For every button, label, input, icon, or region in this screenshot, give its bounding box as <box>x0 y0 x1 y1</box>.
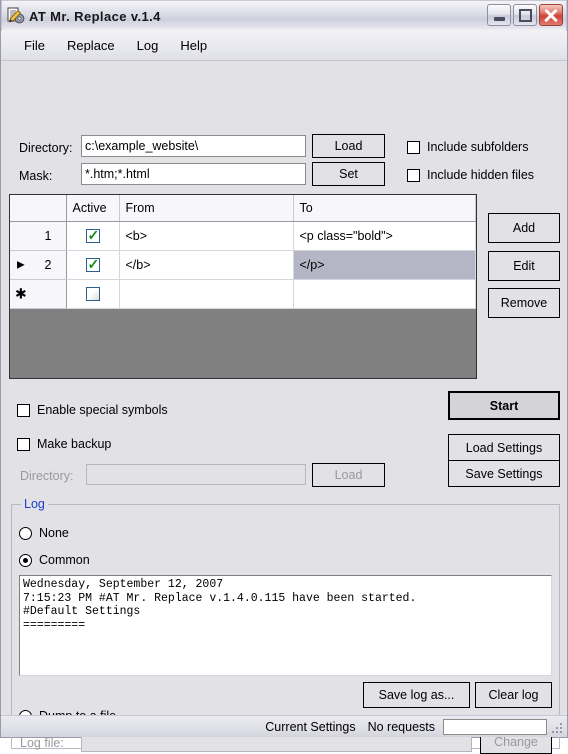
table-header-row: Active From To <box>10 195 476 222</box>
replace-rules-grid[interactable]: Active From To 1 ✓ <b> <p class="bold"> … <box>9 194 477 379</box>
enable-special-symbols-label: Enable special symbols <box>37 403 168 417</box>
menu-file[interactable]: File <box>13 35 56 56</box>
row-active-checkbox[interactable] <box>85 287 100 301</box>
include-hidden-files-checkbox[interactable]: Include hidden files <box>407 168 534 182</box>
mask-label: Mask: <box>19 169 53 183</box>
maximize-icon <box>519 9 532 22</box>
status-current-settings: Current Settings <box>265 719 356 734</box>
mask-input[interactable] <box>81 163 306 185</box>
new-row-asterisk-icon: ✱ <box>15 285 27 302</box>
title-bar: AT Mr. Replace v.1.4 <box>1 0 567 31</box>
from-cell[interactable] <box>119 279 294 309</box>
directory-input[interactable] <box>81 135 306 157</box>
load-settings-button[interactable]: Load Settings <box>448 434 560 461</box>
remove-rule-button[interactable]: Remove <box>488 288 560 318</box>
radio-circle-selected <box>19 553 32 567</box>
check-icon: ✓ <box>87 256 100 272</box>
make-backup-checkbox[interactable]: Make backup <box>17 437 111 451</box>
minimize-icon <box>494 17 505 21</box>
add-rule-button[interactable]: Add <box>488 213 560 243</box>
row-active-checkbox[interactable]: ✓ <box>85 227 100 243</box>
from-cell[interactable]: </b> <box>119 250 294 280</box>
log-mode-common-label: Common <box>39 553 90 567</box>
status-requests: No requests <box>367 719 435 734</box>
menu-help[interactable]: Help <box>169 35 218 56</box>
table-row[interactable]: 1 ✓ <b> <p class="bold"> <box>10 221 476 251</box>
window-title: AT Mr. Replace v.1.4 <box>29 8 161 24</box>
row-number-cell[interactable]: ✱ <box>10 279 67 309</box>
checkbox-box <box>17 437 30 451</box>
menu-bar: File Replace Log Help <box>1 31 567 61</box>
log-mode-none-radio[interactable]: None <box>19 526 69 540</box>
save-log-button[interactable]: Save log as... <box>363 682 470 708</box>
status-progress-field <box>443 718 547 735</box>
row-number-cell[interactable]: 1 <box>10 221 67 251</box>
client-area: Directory: Load Include subfolders Mask:… <box>1 61 567 754</box>
rules-table: Active From To 1 ✓ <b> <p class="bold"> … <box>10 195 476 309</box>
load-directory-button[interactable]: Load <box>312 134 385 158</box>
table-row[interactable]: ▶ 2 ✓ </b> </p> <box>10 250 476 280</box>
enable-special-symbols-checkbox[interactable]: Enable special symbols <box>17 403 168 417</box>
include-subfolders-checkbox[interactable]: Include subfolders <box>407 140 528 154</box>
active-cell[interactable]: ✓ <box>66 250 120 280</box>
log-group-label: Log <box>21 497 48 511</box>
close-button[interactable] <box>539 4 563 26</box>
save-settings-button[interactable]: Save Settings <box>448 460 560 487</box>
directory-label: Directory: <box>19 141 73 155</box>
column-header-to[interactable]: To <box>293 195 476 222</box>
to-cell[interactable]: </p> <box>293 250 476 280</box>
row-number: 2 <box>44 258 52 272</box>
checkbox-box <box>17 403 30 417</box>
checkbox-box <box>407 140 420 154</box>
status-bar: Current Settings No requests <box>1 715 567 737</box>
window-controls <box>487 4 563 26</box>
log-text-area[interactable]: Wednesday, September 12, 2007 7:15:23 PM… <box>19 575 552 676</box>
to-cell[interactable]: <p class="bold"> <box>293 221 476 251</box>
make-backup-label: Make backup <box>37 437 112 451</box>
backup-load-button[interactable]: Load <box>312 463 385 487</box>
menu-log[interactable]: Log <box>126 35 170 56</box>
column-header-active[interactable]: Active <box>66 195 120 222</box>
active-cell[interactable]: ✓ <box>66 221 120 251</box>
to-cell[interactable] <box>293 279 476 309</box>
resize-grip-icon[interactable] <box>550 721 562 733</box>
maximize-button[interactable] <box>513 4 537 26</box>
row-number-cell[interactable]: ▶ 2 <box>10 250 67 280</box>
from-cell[interactable]: <b> <box>119 221 294 251</box>
log-file-label: Log file: <box>20 736 64 750</box>
column-header-from[interactable]: From <box>119 195 294 222</box>
include-hidden-files-label: Include hidden files <box>427 168 535 182</box>
include-subfolders-label: Include subfolders <box>427 140 529 154</box>
edit-rule-button[interactable]: Edit <box>488 251 560 281</box>
clear-log-button[interactable]: Clear log <box>475 682 552 708</box>
log-mode-common-radio[interactable]: Common <box>19 553 90 567</box>
row-active-checkbox[interactable]: ✓ <box>85 256 100 272</box>
start-button[interactable]: Start <box>448 391 560 420</box>
backup-directory-label: Directory: <box>20 469 74 483</box>
table-row-new[interactable]: ✱ <box>10 279 476 309</box>
log-mode-none-label: None <box>39 526 69 540</box>
current-row-arrow-icon: ▶ <box>17 259 25 271</box>
radio-circle <box>19 526 32 540</box>
app-window: AT Mr. Replace v.1.4 File Replace Log He… <box>0 0 568 754</box>
check-icon: ✓ <box>87 227 100 243</box>
checkbox-box <box>407 168 420 182</box>
minimize-button[interactable] <box>487 4 511 26</box>
active-cell[interactable] <box>66 279 120 309</box>
backup-directory-input[interactable] <box>86 464 306 485</box>
row-number: 1 <box>44 229 52 243</box>
set-mask-button[interactable]: Set <box>312 162 385 186</box>
column-header-rownum[interactable] <box>10 195 67 222</box>
menu-replace[interactable]: Replace <box>56 35 126 56</box>
document-pencil-gear-icon <box>7 7 25 25</box>
